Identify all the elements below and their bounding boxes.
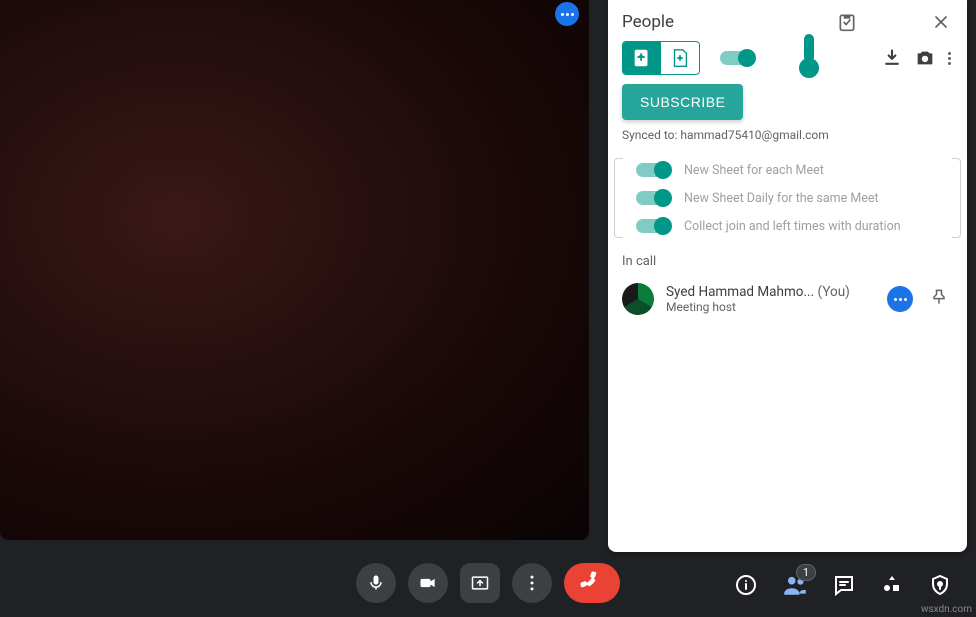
main-toggle[interactable] bbox=[720, 51, 754, 65]
call-controls bbox=[356, 563, 620, 603]
bottom-bar: 1 bbox=[0, 553, 976, 617]
chat-button[interactable] bbox=[832, 573, 856, 597]
host-controls-button[interactable] bbox=[928, 573, 952, 597]
pin-button[interactable] bbox=[925, 283, 953, 315]
in-call-label: In call bbox=[622, 254, 953, 269]
synced-to-label: Synced to: hammad75410@gmail.com bbox=[622, 128, 953, 142]
volume-slider[interactable] bbox=[804, 36, 814, 80]
participant-more-button[interactable] bbox=[887, 286, 913, 312]
right-controls: 1 bbox=[734, 572, 952, 598]
option-row: Collect join and left times with duratio… bbox=[636, 212, 953, 240]
video-feed bbox=[0, 0, 589, 540]
assignment-checkbox-icon[interactable] bbox=[835, 10, 859, 34]
video-more-button[interactable] bbox=[555, 2, 579, 26]
option-toggle-collect-times[interactable] bbox=[636, 219, 670, 233]
option-label: New Sheet Daily for the same Meet bbox=[684, 191, 879, 206]
people-button[interactable]: 1 bbox=[782, 572, 808, 598]
end-call-button[interactable] bbox=[564, 563, 620, 603]
option-toggle-new-sheet-daily[interactable] bbox=[636, 191, 670, 205]
option-row: New Sheet Daily for the same Meet bbox=[636, 184, 953, 212]
activities-button[interactable] bbox=[880, 573, 904, 597]
people-panel: People bbox=[608, 0, 967, 552]
participant-row: Syed Hammad Mahmo... (You) Meeting host bbox=[622, 283, 953, 315]
new-sheet-button[interactable] bbox=[623, 42, 661, 74]
close-panel-button[interactable] bbox=[929, 10, 953, 34]
extension-toolbar bbox=[622, 38, 953, 78]
option-toggle-new-sheet-each[interactable] bbox=[636, 163, 670, 177]
meeting-details-button[interactable] bbox=[734, 573, 758, 597]
watermark: wsxdn.com bbox=[921, 604, 972, 615]
option-row: New Sheet for each Meet bbox=[636, 156, 953, 184]
more-options-button[interactable] bbox=[512, 563, 552, 603]
camera-button[interactable] bbox=[408, 563, 448, 603]
subscribe-button[interactable]: SUBSCRIBE bbox=[622, 84, 743, 120]
avatar bbox=[622, 283, 654, 315]
option-label: Collect join and left times with duratio… bbox=[684, 219, 901, 234]
people-count-badge: 1 bbox=[796, 564, 816, 581]
options-group: New Sheet for each Meet New Sheet Daily … bbox=[622, 148, 953, 248]
camera-icon[interactable] bbox=[912, 45, 938, 71]
add-to-sheet-button[interactable] bbox=[661, 42, 699, 74]
more-vert-icon[interactable] bbox=[946, 50, 953, 67]
panel-title: People bbox=[622, 12, 674, 32]
participant-name: Syed Hammad Mahmo... (You) bbox=[666, 284, 875, 300]
download-icon[interactable] bbox=[880, 46, 904, 70]
present-screen-button[interactable] bbox=[460, 563, 500, 603]
option-label: New Sheet for each Meet bbox=[684, 163, 824, 178]
participant-role: Meeting host bbox=[666, 300, 875, 314]
microphone-button[interactable] bbox=[356, 563, 396, 603]
